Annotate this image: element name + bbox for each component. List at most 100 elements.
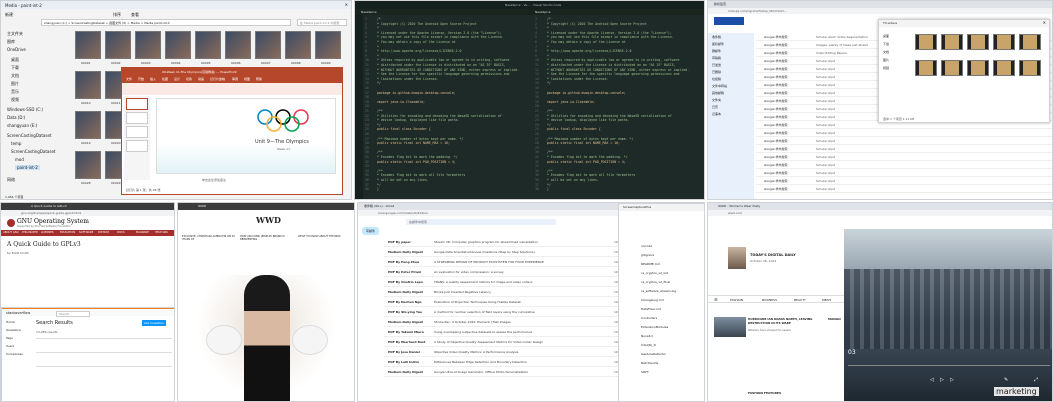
menu-icon[interactable]: ☰ <box>714 297 718 302</box>
email-row[interactable]: Medium Daily Digest Google Data Scientist… <box>384 247 634 257</box>
code-line[interactable]: */ <box>547 81 551 85</box>
mail-row[interactable]: Google 学术搜索 Scholar Alert <box>756 137 1052 145</box>
file-item[interactable]: Controllers <box>641 316 657 320</box>
file-item[interactable]: cs_software_stream.log <box>641 289 676 293</box>
mail-folder[interactable]: 日历 <box>712 105 718 109</box>
video-thumbnail[interactable] <box>1019 60 1041 76</box>
code-line[interactable]: /** <box>547 150 553 154</box>
menu-help[interactable]: 帮助 <box>256 77 262 81</box>
sort-button[interactable]: 排序 <box>113 12 121 18</box>
sidebar-item[interactable]: 桌面 <box>11 57 19 63</box>
code-line[interactable]: * distributed under the License is distr… <box>377 63 506 67</box>
mail-row[interactable]: Google 学术搜索 Scholar Alert <box>756 145 1052 153</box>
email-row[interactable]: PDF By Takumi Miura Using overlapping sub… <box>384 327 634 337</box>
result-row[interactable] <box>36 338 172 350</box>
code-line[interactable]: /** <box>547 169 553 173</box>
video-progress[interactable] <box>848 365 1050 366</box>
menu-file[interactable]: 文件 <box>126 77 132 81</box>
code-line[interactable]: /** <box>377 150 383 154</box>
file-item[interactable]: README.md <box>641 262 660 266</box>
thumbnail[interactable] <box>75 31 101 59</box>
editor-tab[interactable]: NasaSpice <box>535 10 551 14</box>
code-line[interactable]: * <box>377 54 379 58</box>
file-item[interactable]: NovelUI <box>641 334 653 338</box>
mail-folder[interactable]: 草稿箱 <box>712 56 721 60</box>
code-line[interactable]: /* <box>377 17 381 21</box>
email-row[interactable]: PDF By paper Stream 3D: Computer graphics… <box>384 237 634 247</box>
email-row[interactable]: PDF By Peng Zhou A STREAMING DESIGN OF PR… <box>384 257 634 267</box>
file-item[interactable]: SOFT <box>641 370 649 374</box>
thumbnail[interactable] <box>75 71 101 99</box>
code-line[interactable]: * you may not use this file except in co… <box>547 35 674 39</box>
dialog-folder[interactable]: 视频 <box>883 66 889 70</box>
sidebar-item[interactable]: Windows-SSD (C:) <box>7 107 43 112</box>
code-line[interactable]: * Encodes flag bit to mark the padding. … <box>377 155 458 159</box>
code-line[interactable]: * will be set on any lines. <box>377 178 429 182</box>
prev-icon[interactable]: ◁ <box>930 377 934 383</box>
headline[interactable]: WHAT TO KNOW ABOUT THE NEW <box>298 235 352 238</box>
code-line[interactable]: import java.io.Closeable; <box>547 100 595 104</box>
code-line[interactable]: * device lookup, displayed like file pat… <box>377 118 460 122</box>
file-item[interactable]: gitignore <box>641 253 654 257</box>
hero-image[interactable] <box>178 275 354 401</box>
dialog-folder[interactable]: 文档 <box>883 50 889 54</box>
sidebar-item[interactable]: shangyuan (E:) <box>7 123 37 128</box>
email-row[interactable]: Medium Daily Digest Stroke Rec, 4 October… <box>384 317 634 327</box>
gnu-nav-item[interactable]: SOFTWARE <box>79 231 93 234</box>
code-line[interactable]: * distributed under the License is distr… <box>547 63 676 67</box>
code-line[interactable]: /* <box>547 17 551 21</box>
thumbnail[interactable] <box>165 31 191 59</box>
mail-row[interactable]: Google 学术搜索 Scholar Alert <box>756 169 1052 177</box>
sidebar-item[interactable]: mod <box>15 157 24 162</box>
story2-headline[interactable]: MANGO <box>828 317 841 321</box>
video-thumbnail[interactable] <box>915 60 937 76</box>
code-line[interactable]: * You may obtain a copy of the License a… <box>377 40 456 44</box>
sidebar-item[interactable]: 主文件夹 <box>7 31 23 37</box>
code-line[interactable]: */ <box>547 183 551 187</box>
code-line[interactable]: * WITHOUT WARRANTIES OR CONDITIONS OF AN… <box>377 68 519 72</box>
code-line[interactable]: * device lookup, displayed like file pat… <box>547 118 630 122</box>
daily-tab[interactable]: WWD - Women's Wear Daily <box>718 204 760 208</box>
code-line[interactable]: * will be set on any lines. <box>547 178 599 182</box>
code-line[interactable]: public final class Encoder { <box>377 127 431 131</box>
video-thumbnail[interactable] <box>915 34 937 50</box>
sidebar-item[interactable]: 文档 <box>11 73 19 79</box>
code-line[interactable]: } <box>547 187 549 191</box>
nav-mens[interactable]: MEN'S <box>822 298 831 302</box>
stack-side-item[interactable]: Home <box>6 320 15 324</box>
edit-icon[interactable]: ✎ <box>1004 377 1008 383</box>
wwd-logo[interactable]: WWD <box>256 215 281 225</box>
code-line[interactable]: */ <box>377 183 381 187</box>
video-thumbnail[interactable] <box>967 34 989 50</box>
menu-slideshow[interactable]: 幻灯片放映 <box>210 77 225 81</box>
code-line[interactable]: * See the License for the specific langu… <box>547 72 679 76</box>
thumbnail[interactable] <box>285 31 311 59</box>
mail-folder[interactable]: 星标邮件 <box>712 42 724 46</box>
slide-thumb[interactable] <box>126 126 148 138</box>
gnu-urlbar[interactable]: gnu.org/licenses/quick-guide-gplv3.html <box>1 210 174 216</box>
code-line[interactable]: public static final int PAD_POSITION = 4… <box>377 160 456 164</box>
code-line[interactable]: * <box>547 54 549 58</box>
gnu-nav-item[interactable]: DISTROS <box>98 231 109 234</box>
close-icon[interactable]: ✕ <box>345 2 348 7</box>
gnu-nav-item[interactable]: HELP GNU <box>155 231 168 234</box>
mail-folder[interactable]: 已删除 <box>712 70 721 74</box>
email-row[interactable]: Medium Daily Digest Google Ultra AI Image… <box>384 367 634 377</box>
file-item[interactable]: ExtensionModules <box>641 325 668 329</box>
video-thumbnail[interactable] <box>941 34 963 50</box>
stack-side-item[interactable]: Companies <box>6 352 23 356</box>
sidebar-item[interactable]: 图片 <box>11 81 19 87</box>
nav-fashion[interactable]: FASHION <box>730 298 743 302</box>
code-line[interactable]: * <box>377 26 379 30</box>
code-line[interactable]: * Encodes flag bit to mark the padding. … <box>547 155 628 159</box>
email-row[interactable]: PDF By Dachun Ngo Evaluation of Projectio… <box>384 297 634 307</box>
code-line[interactable]: * limitations under the License. <box>377 77 438 81</box>
dialog-folder[interactable]: 图片 <box>883 58 889 62</box>
gnu-nav-item[interactable]: ABOUT GNU <box>3 231 19 234</box>
code-line[interactable]: * <box>377 45 379 49</box>
menu-transitions[interactable]: 切换 <box>186 77 192 81</box>
thumbnail[interactable] <box>105 31 131 59</box>
code-line[interactable]: } <box>377 187 379 191</box>
gnu-nav-item[interactable]: MALWARE <box>136 231 149 234</box>
gnu-tab[interactable]: A Quick Guide to GPLv3 <box>31 204 67 208</box>
